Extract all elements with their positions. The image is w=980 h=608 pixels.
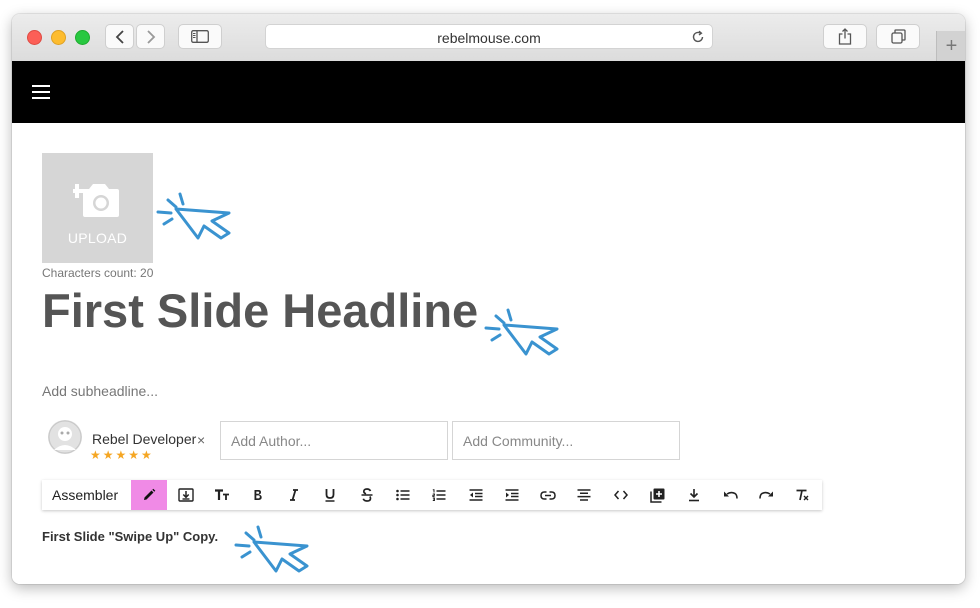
- link-button[interactable]: [530, 480, 566, 510]
- formatting-toolbar: Assembler: [42, 480, 822, 510]
- bulleted-list-button[interactable]: [385, 480, 421, 510]
- sidebar-toggle-button[interactable]: [178, 24, 222, 49]
- clear-formatting-button[interactable]: [784, 480, 820, 510]
- author-name: Rebel Developer: [92, 431, 197, 447]
- hamburger-menu-icon[interactable]: [32, 85, 50, 99]
- chevron-right-icon: [146, 29, 155, 44]
- indent-icon: [505, 489, 519, 501]
- characters-count: Characters count: 20: [42, 266, 154, 280]
- plus-icon: +: [945, 34, 958, 57]
- numbered-list-button[interactable]: [421, 480, 457, 510]
- italic-icon: [290, 489, 298, 501]
- headline-input[interactable]: First Slide Headline: [42, 283, 478, 338]
- undo-button[interactable]: [712, 480, 748, 510]
- redo-icon: [758, 491, 773, 499]
- link-icon: [540, 490, 556, 500]
- insert-block-button[interactable]: [168, 480, 204, 510]
- body-copy-text[interactable]: First Slide "Swipe Up" Copy.: [42, 529, 218, 544]
- text-size-icon: [215, 489, 229, 500]
- site-navbar: [12, 61, 965, 123]
- outdent-button[interactable]: [458, 480, 494, 510]
- forward-button[interactable]: [136, 24, 165, 49]
- underline-button[interactable]: [312, 480, 348, 510]
- click-pointer-icon: [156, 192, 231, 240]
- strikethrough-button[interactable]: [349, 480, 385, 510]
- pencil-icon: [144, 488, 156, 500]
- upload-label: UPLOAD: [67, 230, 128, 246]
- author-rating: ★★★★★: [90, 448, 154, 462]
- upload-image-button[interactable]: UPLOAD: [42, 153, 153, 263]
- bold-button[interactable]: [240, 480, 276, 510]
- indent-button[interactable]: [494, 480, 530, 510]
- url-text: rebelmouse.com: [437, 30, 541, 46]
- bulleted-list-icon: [396, 489, 410, 501]
- edit-pencil-button[interactable]: [131, 480, 167, 510]
- subheadline-input[interactable]: Add subheadline...: [42, 383, 158, 399]
- minimize-window-button[interactable]: [51, 30, 66, 45]
- underline-icon: [325, 489, 335, 502]
- add-community-placeholder: Add Community...: [463, 433, 574, 449]
- code-button[interactable]: [603, 480, 639, 510]
- avatar-image: [48, 420, 82, 454]
- address-bar[interactable]: rebelmouse.com: [265, 24, 713, 49]
- tabs-icon: [890, 29, 906, 44]
- sidebar-icon: [191, 30, 209, 43]
- click-pointer-icon: [484, 308, 559, 356]
- new-tab-button[interactable]: +: [936, 31, 965, 61]
- insert-block-icon: [178, 488, 194, 502]
- italic-button[interactable]: [276, 480, 312, 510]
- share-button[interactable]: [823, 24, 867, 49]
- strikethrough-icon: [361, 488, 373, 502]
- align-center-button[interactable]: [566, 480, 602, 510]
- download-button[interactable]: [676, 480, 712, 510]
- browser-window: rebelmouse.com + UPLOAD Characters count…: [12, 14, 965, 584]
- bold-icon: [254, 490, 262, 500]
- clear-formatting-icon: [796, 489, 809, 501]
- numbered-list-icon: [432, 489, 446, 501]
- remove-author-icon[interactable]: ×: [197, 432, 205, 448]
- editor-content: UPLOAD Characters count: 20 First Slide …: [12, 123, 965, 584]
- undo-icon: [723, 491, 738, 499]
- add-photo-icon: [73, 184, 119, 217]
- download-icon: [689, 489, 699, 502]
- add-author-placeholder: Add Author...: [231, 433, 312, 449]
- reload-icon[interactable]: [691, 30, 705, 44]
- assembler-mode-label[interactable]: Assembler: [52, 487, 118, 503]
- close-window-button[interactable]: [27, 30, 42, 45]
- add-media-button[interactable]: [639, 480, 675, 510]
- text-size-button[interactable]: [204, 480, 240, 510]
- add-community-field[interactable]: Add Community...: [452, 421, 680, 460]
- redo-button[interactable]: [748, 480, 784, 510]
- chevron-left-icon: [115, 29, 124, 44]
- zoom-window-button[interactable]: [75, 30, 90, 45]
- back-button[interactable]: [105, 24, 134, 49]
- author-avatar: [48, 420, 82, 454]
- tabs-overview-button[interactable]: [876, 24, 920, 49]
- align-center-icon: [577, 489, 591, 501]
- add-author-field[interactable]: Add Author...: [220, 421, 448, 460]
- add-media-icon: [649, 488, 664, 503]
- browser-titlebar: rebelmouse.com +: [12, 14, 965, 62]
- share-icon: [838, 28, 852, 45]
- click-pointer-icon: [234, 525, 309, 573]
- code-icon: [614, 490, 628, 500]
- outdent-icon: [469, 489, 483, 501]
